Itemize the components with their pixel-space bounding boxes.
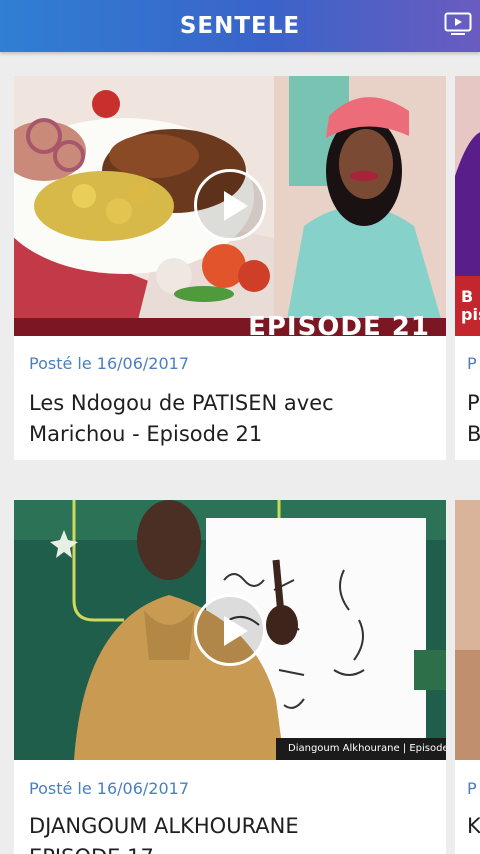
play-button-icon[interactable] (194, 594, 266, 666)
peek-thumb-text: B pis (461, 287, 480, 324)
tv-play-icon[interactable] (444, 12, 472, 36)
video-title[interactable]: DJANGOUM ALKHOURANE EPISODE 17 (29, 811, 359, 854)
app-bar: SENTELE (0, 0, 480, 52)
video-card-peek[interactable]: B pis P P B (455, 76, 480, 460)
episode-banner: EPISODE 21 (14, 312, 446, 336)
video-card[interactable]: Diangoum Alkhourane | Episode 1 Posté le… (14, 500, 446, 854)
video-card-peek[interactable]: P K (455, 500, 480, 854)
video-thumbnail[interactable] (455, 500, 480, 760)
play-triangle-icon (224, 191, 248, 221)
play-triangle-icon (224, 616, 248, 646)
video-title[interactable]: K (467, 811, 480, 842)
video-title[interactable]: Les Ndogou de PATISEN avec Marichou - Ep… (29, 388, 436, 450)
thumbnail-image (455, 500, 480, 760)
video-thumbnail[interactable]: EPISODE 21 (14, 76, 446, 336)
posted-date: Posté le 16/06/2017 (29, 779, 189, 798)
video-title[interactable]: P B (467, 388, 480, 450)
episode-lower-third: Diangoum Alkhourane | Episode 1 (276, 738, 446, 760)
posted-date: Posté le 16/06/2017 (29, 354, 189, 373)
play-button-icon[interactable] (194, 169, 266, 241)
episode-badge: EPISODE 21 (248, 312, 430, 336)
video-thumbnail[interactable]: Diangoum Alkhourane | Episode 1 (14, 500, 446, 760)
video-card[interactable]: EPISODE 21 Posté le 16/06/2017 Les Ndogo… (14, 76, 446, 460)
posted-date: P (467, 779, 477, 798)
video-thumbnail[interactable]: B pis (455, 76, 480, 336)
posted-date: P (467, 354, 477, 373)
app-title: SENTELE (179, 13, 301, 39)
